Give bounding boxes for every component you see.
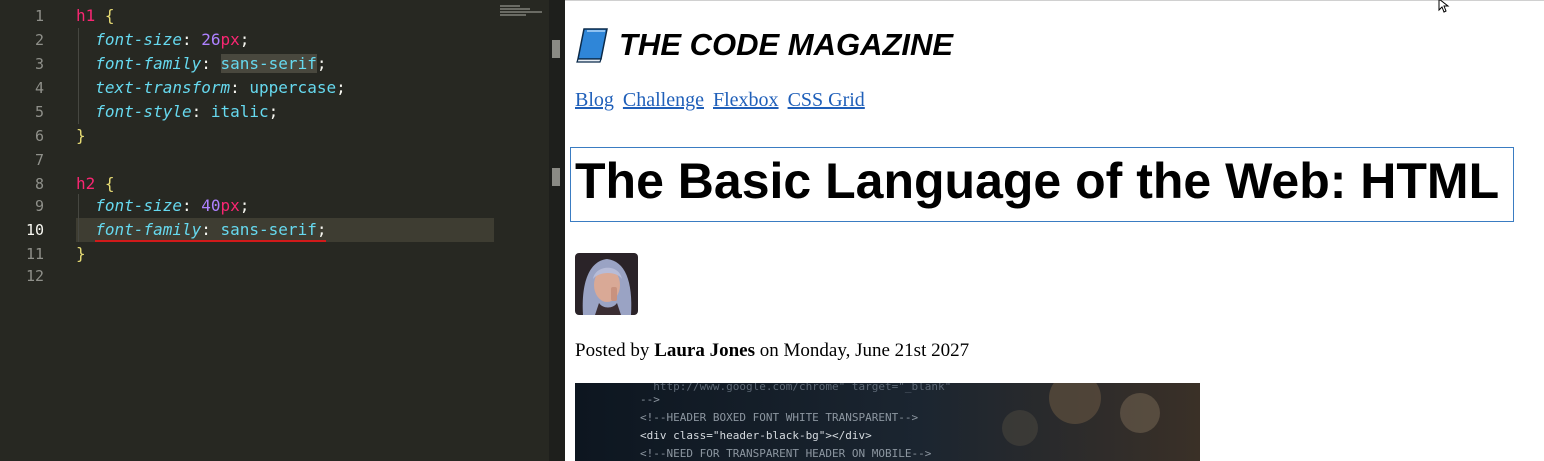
code-line[interactable]: 2 font-size: 26px; (0, 28, 549, 52)
value: sans-serif (220, 220, 317, 239)
nav-link-flexbox[interactable]: Flexbox (713, 89, 779, 111)
property: font-family (95, 220, 202, 239)
post-date: on Monday, June 21st 2027 (755, 340, 970, 361)
value: sans-serif (220, 54, 317, 73)
line-number: 5 (34, 103, 44, 121)
code-line[interactable]: 1 h1 { (0, 4, 549, 28)
line-number: 2 (34, 31, 44, 49)
nav-link-challenge[interactable]: Challenge (623, 89, 704, 111)
unit: px (220, 30, 240, 49)
unit: px (220, 196, 240, 215)
line-number: 4 (34, 79, 44, 97)
line-number: 1 (34, 7, 44, 25)
code-line[interactable]: 6 } (0, 124, 549, 148)
blue-book-icon (575, 27, 609, 63)
line-number: 11 (25, 245, 44, 263)
property: font-style (95, 102, 192, 121)
line-number: 6 (34, 127, 44, 145)
semicolon: ; (239, 30, 250, 49)
property: font-size (95, 196, 182, 215)
hero-code-line: <!--HEADER BOXED FONT WHITE TRANSPARENT-… (640, 411, 919, 424)
hero-image: http://www.google.com/chrome" target="_b… (575, 383, 1200, 461)
code-line[interactable]: 9 font-size: 40px; (0, 194, 549, 218)
pane-divider[interactable] (549, 0, 565, 461)
hero-code-line: <div class="header-black-bg"></div> (640, 429, 872, 442)
css-editor[interactable]: 1 h1 { 2 font-size: 26px; 3 font-family:… (0, 0, 560, 461)
code-line[interactable]: 8 h2 { (0, 172, 549, 196)
site-nav: Blog Challenge Flexbox CSS Grid (575, 89, 869, 112)
semicolon: ; (316, 220, 327, 239)
mouse-pointer-icon (1438, 0, 1452, 13)
hero-code-line: http://www.google.com/chrome" target="_b… (640, 383, 952, 393)
brace: } (76, 126, 86, 145)
code-line-current[interactable]: 10 font-family: sans-serif; (0, 218, 549, 242)
value: italic (210, 102, 269, 121)
number: 26 (201, 30, 221, 49)
colon: : (191, 102, 211, 121)
semicolon: ; (336, 78, 346, 97)
magazine-title-text: THE CODE MAGAZINE (619, 27, 954, 62)
line-number: 8 (34, 175, 44, 193)
value: uppercase (249, 78, 337, 97)
colon: : (181, 30, 202, 49)
property: font-family (95, 54, 202, 73)
property: font-size (95, 30, 182, 49)
browser-preview[interactable]: THE CODE MAGAZINE Blog Challenge Flexbox… (565, 0, 1544, 461)
line-number: 9 (34, 197, 44, 215)
line-number: 7 (34, 151, 44, 169)
post-meta-prefix: Posted by (575, 340, 655, 361)
nav-link-css-grid[interactable]: CSS Grid (788, 89, 865, 111)
selector: h2 (76, 174, 96, 193)
semicolon: ; (239, 196, 250, 215)
minimap[interactable] (500, 4, 548, 24)
colon: : (201, 220, 221, 239)
author-name: Laura Jones (654, 340, 756, 361)
semicolon: ; (268, 102, 279, 121)
code-line[interactable]: 7 (0, 148, 549, 172)
line-number: 12 (25, 267, 44, 285)
number: 40 (201, 196, 221, 215)
brace: { (104, 6, 115, 25)
code-line[interactable]: 11 } (0, 242, 549, 266)
hero-code-line: --> (640, 393, 660, 406)
code-line[interactable]: 5 font-style: italic; (0, 100, 549, 124)
author-avatar (575, 253, 638, 315)
code-line[interactable]: 3 font-family: sans-serif; (0, 52, 549, 76)
magazine-title: THE CODE MAGAZINE (575, 27, 953, 63)
brace: } (76, 244, 86, 263)
line-number: 3 (34, 55, 44, 73)
line-number: 10 (25, 221, 44, 239)
article-heading: The Basic Language of the Web: HTML (575, 153, 1500, 209)
property: text-transform (95, 78, 231, 97)
colon: : (181, 196, 202, 215)
hero-code-line: <!--NEED FOR TRANSPARENT HEADER ON MOBIL… (640, 447, 932, 460)
code-line[interactable]: 12 (0, 264, 549, 288)
nav-link-blog[interactable]: Blog (575, 89, 614, 111)
selector: h1 (76, 6, 96, 25)
colon: : (201, 54, 221, 73)
colon: : (230, 78, 250, 97)
code-line[interactable]: 4 text-transform: uppercase; (0, 76, 549, 100)
brace: { (104, 174, 115, 193)
semicolon: ; (316, 54, 327, 73)
post-meta: Posted by Laura Jones on Monday, June 21… (575, 340, 969, 362)
